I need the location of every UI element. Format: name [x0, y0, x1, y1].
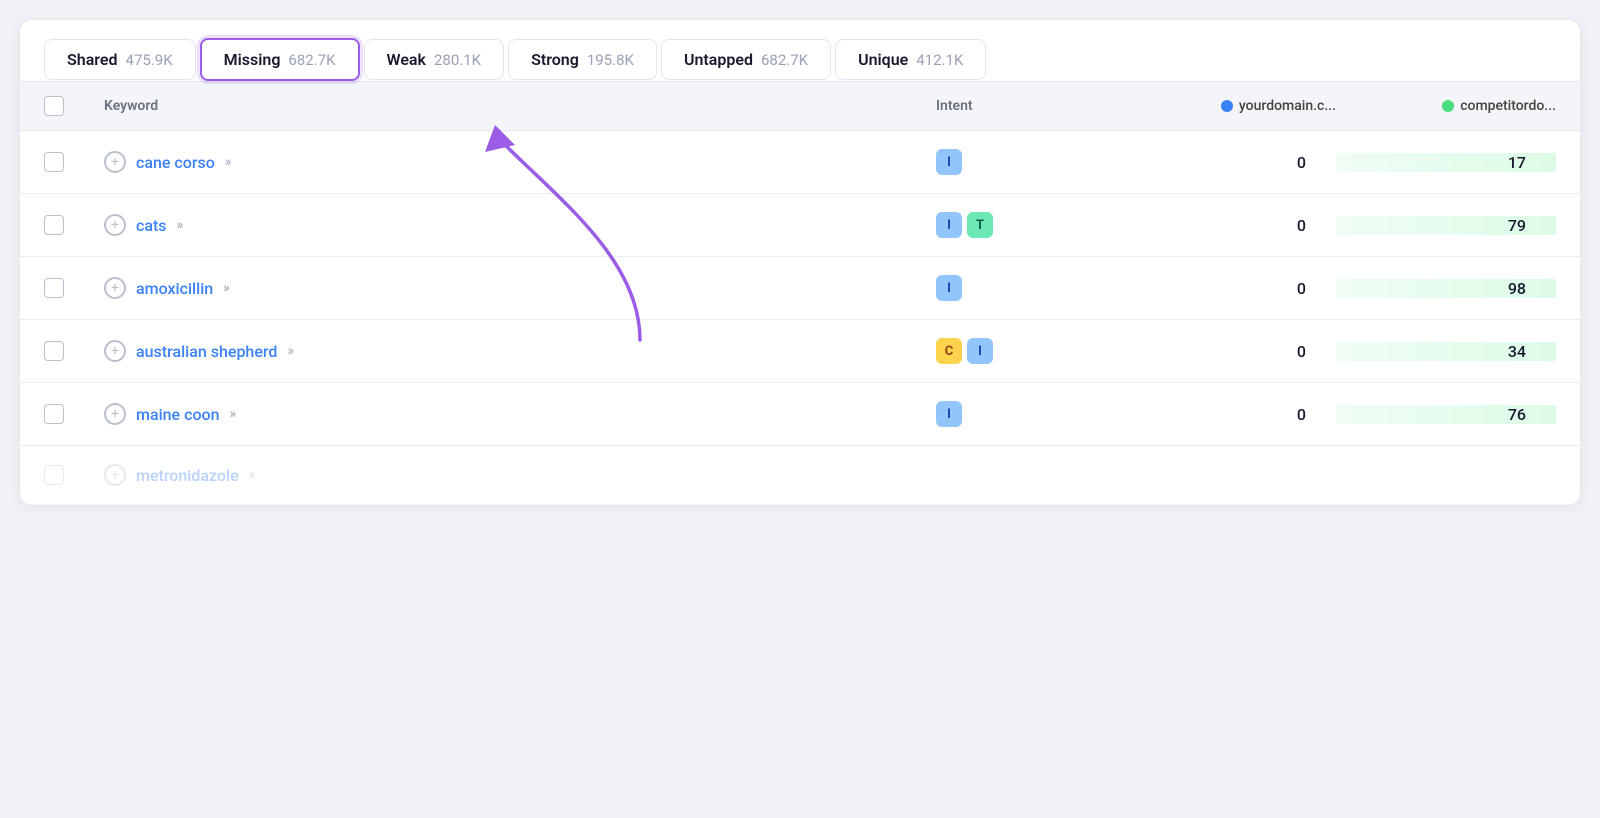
competitor-score: 76: [1336, 405, 1556, 424]
row-checkbox-cell: [44, 215, 104, 235]
keyword-arrows-icon: »: [223, 280, 230, 296]
table-row: + cane corso » I 0 17: [20, 131, 1580, 194]
tab-shared-label: Shared: [67, 50, 118, 69]
tab-missing-count: 682.7K: [288, 51, 335, 69]
competitor-dot: [1442, 100, 1454, 112]
keyword-arrows-icon: »: [249, 467, 256, 483]
keyword-cell: + australian shepherd »: [104, 340, 936, 362]
keyword-arrows-icon: »: [287, 343, 294, 359]
intent-badge-C: C: [936, 338, 962, 364]
intent-badge-T: T: [967, 212, 993, 238]
competitor-score: 34: [1336, 342, 1556, 361]
row-checkbox: [44, 465, 64, 485]
tab-shared[interactable]: Shared 475.9K: [44, 39, 196, 80]
keyword-cell: + cane corso »: [104, 151, 936, 173]
tab-strong-count: 195.8K: [587, 51, 634, 69]
keyword-text[interactable]: australian shepherd: [136, 342, 277, 361]
table-row: + metronidazole »: [20, 446, 1580, 505]
yourdomain-score: 0: [1116, 153, 1336, 172]
header-checkbox[interactable]: [44, 96, 64, 116]
tab-shared-count: 475.9K: [126, 51, 173, 69]
add-keyword-icon: +: [104, 464, 126, 486]
table-row: + maine coon » I 0 76: [20, 383, 1580, 446]
table-header-row: Keyword Intent yourdomain.c... competito…: [20, 81, 1580, 131]
tab-untapped-label: Untapped: [684, 50, 753, 69]
table-row: + cats » I T 0 79: [20, 194, 1580, 257]
yourdomain-score: 0: [1116, 405, 1336, 424]
keyword-arrows-icon: »: [177, 217, 184, 233]
tab-strong-label: Strong: [531, 50, 579, 69]
competitor-text: competitordo...: [1460, 98, 1556, 114]
row-checkbox-cell: [44, 465, 104, 485]
keyword-cell: + metronidazole »: [104, 464, 936, 486]
main-container: Shared 475.9K Missing 682.7K Weak 280.1K…: [20, 20, 1580, 505]
row-checkbox-cell: [44, 341, 104, 361]
tab-untapped-count: 682.7K: [761, 51, 808, 69]
tab-weak[interactable]: Weak 280.1K: [364, 39, 505, 80]
intent-cell: I: [936, 275, 1116, 301]
header-yourdomain: yourdomain.c...: [1116, 98, 1336, 114]
tab-bar: Shared 475.9K Missing 682.7K Weak 280.1K…: [20, 20, 1580, 81]
keyword-text[interactable]: maine coon: [136, 405, 220, 424]
add-keyword-icon[interactable]: +: [104, 277, 126, 299]
row-checkbox[interactable]: [44, 152, 64, 172]
keyword-cell: + cats »: [104, 214, 936, 236]
row-checkbox[interactable]: [44, 215, 64, 235]
intent-cell: I: [936, 149, 1116, 175]
intent-cell: I T: [936, 212, 1116, 238]
row-checkbox[interactable]: [44, 278, 64, 298]
header-keyword: Keyword: [104, 98, 936, 114]
tab-weak-label: Weak: [387, 50, 426, 69]
keyword-cell: + maine coon »: [104, 403, 936, 425]
header-checkbox-cell: [44, 96, 104, 116]
keyword-arrows-icon: »: [230, 406, 237, 422]
keyword-text[interactable]: cats: [136, 216, 167, 235]
tab-strong[interactable]: Strong 195.8K: [508, 39, 657, 80]
tab-unique[interactable]: Unique 412.1K: [835, 39, 986, 80]
add-keyword-icon[interactable]: +: [104, 151, 126, 173]
keyword-arrows-icon: »: [225, 154, 232, 170]
header-intent: Intent: [936, 98, 1116, 114]
yourdomain-dot: [1221, 100, 1233, 112]
tab-unique-label: Unique: [858, 50, 908, 69]
intent-badge-I: I: [936, 401, 962, 427]
row-checkbox-cell: [44, 152, 104, 172]
row-checkbox-cell: [44, 404, 104, 424]
table-row: + amoxicillin » I 0 98: [20, 257, 1580, 320]
keyword-cell: + amoxicillin »: [104, 277, 936, 299]
intent-cell: C I: [936, 338, 1116, 364]
yourdomain-score: 0: [1116, 342, 1336, 361]
yourdomain-text: yourdomain.c...: [1239, 98, 1336, 114]
keyword-text[interactable]: amoxicillin: [136, 279, 213, 298]
keyword-text: metronidazole: [136, 466, 239, 485]
keyword-table: Keyword Intent yourdomain.c... competito…: [20, 81, 1580, 505]
row-checkbox-cell: [44, 278, 104, 298]
keyword-text[interactable]: cane corso: [136, 153, 215, 172]
competitor-score: 17: [1336, 153, 1556, 172]
intent-cell: I: [936, 401, 1116, 427]
table-row: + australian shepherd » C I 0 34: [20, 320, 1580, 383]
add-keyword-icon[interactable]: +: [104, 340, 126, 362]
yourdomain-score: 0: [1116, 216, 1336, 235]
add-keyword-icon[interactable]: +: [104, 214, 126, 236]
intent-badge-I: I: [936, 149, 962, 175]
intent-badge-I: I: [936, 275, 962, 301]
tab-unique-count: 412.1K: [916, 51, 963, 69]
tab-weak-count: 280.1K: [434, 51, 481, 69]
competitor-score: 79: [1336, 216, 1556, 235]
row-checkbox[interactable]: [44, 404, 64, 424]
tab-missing[interactable]: Missing 682.7K: [200, 38, 360, 81]
tab-missing-label: Missing: [224, 50, 281, 69]
intent-badge-I: I: [936, 212, 962, 238]
competitor-score: 98: [1336, 279, 1556, 298]
add-keyword-icon[interactable]: +: [104, 403, 126, 425]
tab-untapped[interactable]: Untapped 682.7K: [661, 39, 831, 80]
yourdomain-score: 0: [1116, 279, 1336, 298]
header-competitor: competitordo...: [1336, 98, 1556, 114]
intent-badge-I: I: [967, 338, 993, 364]
row-checkbox[interactable]: [44, 341, 64, 361]
